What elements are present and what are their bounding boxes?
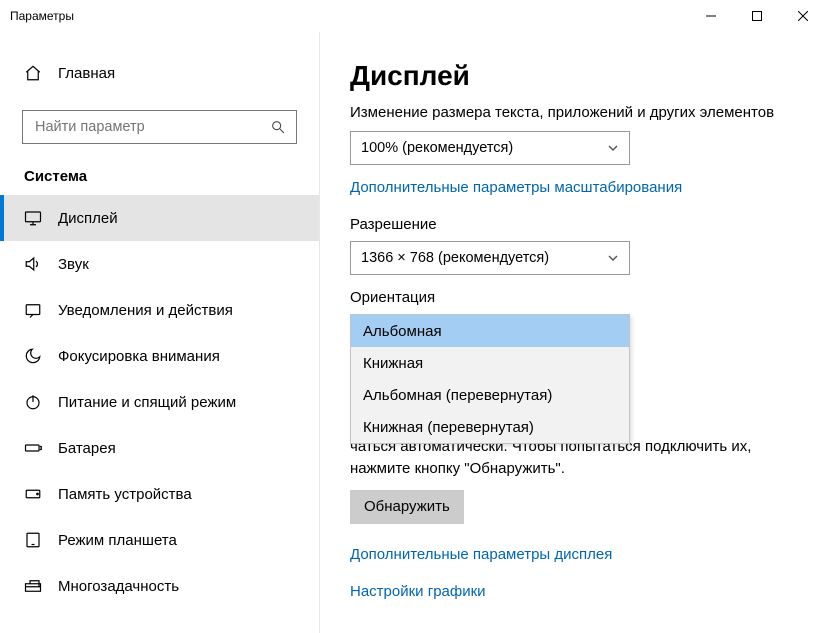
search-input[interactable]	[33, 118, 270, 136]
sidebar-item-storage[interactable]: Память устройства	[0, 471, 319, 517]
home-icon	[24, 64, 42, 82]
orientation-option[interactable]: Книжная	[351, 347, 629, 379]
tablet-icon	[24, 531, 42, 549]
sidebar-item-power-sleep[interactable]: Питание и спящий режим	[0, 379, 319, 425]
sidebar-item-label: Память устройства	[58, 486, 192, 503]
orientation-label: Ориентация	[350, 289, 796, 306]
sidebar: Главная Система Дисплей Звук	[0, 32, 320, 633]
sidebar-item-notifications[interactable]: Уведомления и действия	[0, 287, 319, 333]
search-input-wrap[interactable]	[22, 110, 297, 144]
orientation-option[interactable]: Книжная (перевернутая)	[351, 411, 629, 443]
storage-icon	[24, 485, 42, 503]
chevron-down-icon	[607, 142, 619, 154]
sidebar-item-label: Питание и спящий режим	[58, 394, 236, 411]
sidebar-item-label: Многозадачность	[58, 578, 179, 595]
advanced-display-link[interactable]: Дополнительные параметры дисплея	[350, 546, 612, 563]
sidebar-item-label: Фокусировка внимания	[58, 348, 220, 365]
notifications-icon	[24, 301, 42, 319]
sidebar-item-battery[interactable]: Батарея	[0, 425, 319, 471]
sidebar-item-multitasking[interactable]: Многозадачность	[0, 563, 319, 609]
sidebar-nav-list: Дисплей Звук Уведомления и действия Фоку…	[0, 195, 319, 609]
sidebar-item-label: Уведомления и действия	[58, 302, 233, 319]
sidebar-item-label: Звук	[58, 256, 89, 273]
sidebar-item-label: Режим планшета	[58, 532, 177, 549]
sound-icon	[24, 255, 42, 273]
window-maximize-button[interactable]	[734, 0, 780, 32]
power-icon	[24, 393, 42, 411]
sidebar-item-display[interactable]: Дисплей	[0, 195, 319, 241]
scale-value: 100% (рекомендуется)	[361, 140, 513, 156]
orientation-option[interactable]: Альбомная (перевернутая)	[351, 379, 629, 411]
battery-icon	[24, 439, 42, 457]
multitask-icon	[24, 577, 42, 595]
sidebar-item-label: Дисплей	[58, 210, 118, 227]
resolution-value: 1366 × 768 (рекомендуется)	[361, 250, 549, 266]
chevron-down-icon	[607, 252, 619, 264]
focus-icon	[24, 347, 42, 365]
orientation-option[interactable]: Альбомная	[351, 315, 629, 347]
graphics-settings-link[interactable]: Настройки графики	[350, 583, 486, 600]
display-icon	[24, 209, 42, 227]
sidebar-item-label: Батарея	[58, 440, 116, 457]
sidebar-item-sound[interactable]: Звук	[0, 241, 319, 287]
sidebar-home[interactable]: Главная	[0, 58, 319, 88]
page-heading: Дисплей	[350, 60, 796, 92]
content-pane: Дисплей Изменение размера текста, прилож…	[320, 32, 826, 633]
advanced-scaling-link[interactable]: Дополнительные параметры масштабирования	[350, 179, 682, 196]
resolution-combobox[interactable]: 1366 × 768 (рекомендуется)	[350, 241, 630, 275]
window-title: Параметры	[10, 9, 74, 23]
scale-combobox[interactable]: 100% (рекомендуется)	[350, 131, 630, 165]
sidebar-item-focus-assist[interactable]: Фокусировка внимания	[0, 333, 319, 379]
sidebar-section-title: Система	[0, 162, 319, 195]
orientation-dropdown[interactable]: Альбомная Книжная Альбомная (перевернута…	[350, 314, 630, 444]
detect-button[interactable]: Обнаружить	[350, 490, 464, 524]
window-minimize-button[interactable]	[688, 0, 734, 32]
sidebar-item-tablet-mode[interactable]: Режим планшета	[0, 517, 319, 563]
search-icon	[270, 119, 286, 135]
resolution-label: Разрешение	[350, 216, 796, 233]
sidebar-home-label: Главная	[58, 65, 115, 82]
scale-label: Изменение размера текста, приложений и д…	[350, 104, 796, 121]
window-close-button[interactable]	[780, 0, 826, 32]
